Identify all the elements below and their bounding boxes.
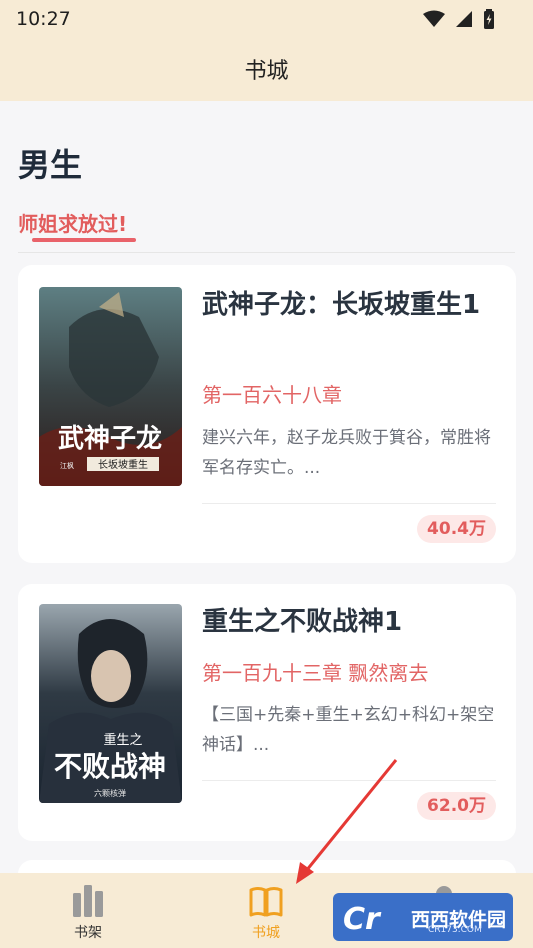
watermark-url: CR173.COM bbox=[428, 925, 482, 935]
watermark-cr-icon: Cr bbox=[343, 902, 382, 935]
watermark-logo: Cr 西西软件园 CR173.COM bbox=[333, 893, 513, 941]
svg-text:Cr: Cr bbox=[343, 902, 382, 935]
arrow-annotation bbox=[296, 759, 398, 884]
